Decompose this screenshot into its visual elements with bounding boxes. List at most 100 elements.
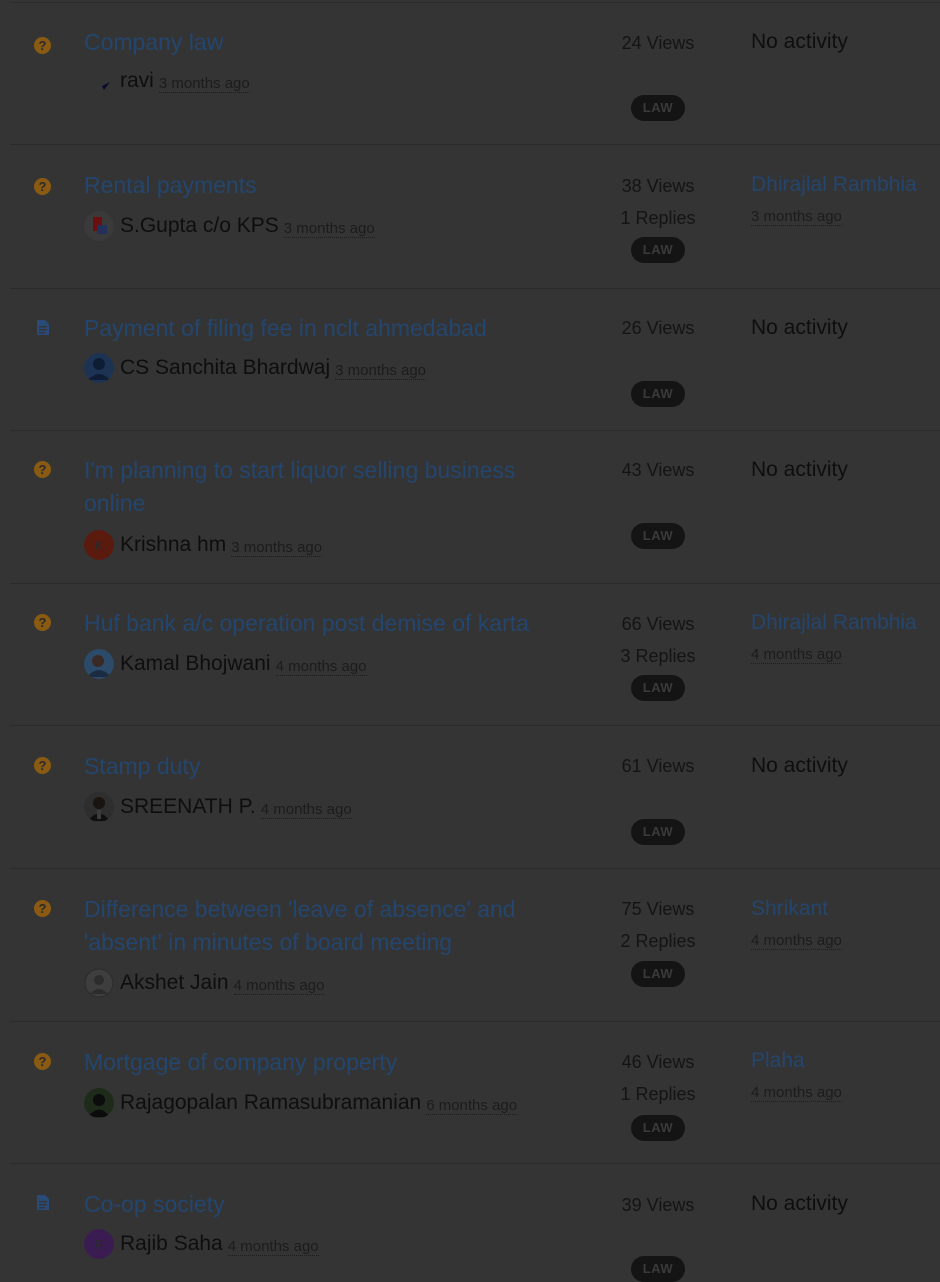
topic-title-link[interactable]: Rental payments (84, 169, 564, 202)
topic-row: Co-op society R Rajib Saha 4 months ago … (10, 1164, 940, 1282)
author-name[interactable]: Krishna hm (120, 533, 226, 557)
posted-time: 3 months ago (231, 538, 323, 557)
stats: 38 Views 1 Replies (600, 170, 716, 234)
replies-count (600, 1221, 716, 1253)
last-activity-user[interactable]: Dhirajlal Rambhia (751, 169, 917, 201)
question-icon: ? (34, 900, 52, 918)
author-name[interactable]: S.Gupta c/o KPS (120, 214, 279, 238)
last-activity: No activity (751, 454, 848, 486)
topic-row: ? I'm planning to start liquor selling b… (10, 431, 940, 584)
last-activity: No activity (751, 1188, 848, 1220)
replies-count (600, 782, 716, 814)
author-name[interactable]: Akshet Jain (120, 971, 229, 995)
views-count: 24 Views (621, 33, 695, 53)
author-name[interactable]: ravi (120, 69, 154, 93)
posted-time: 4 months ago (233, 976, 325, 995)
last-activity: Shrikant 4 months ago (751, 893, 842, 950)
topic-title-link[interactable]: Stamp duty (84, 750, 564, 783)
last-activity-time: 4 months ago (751, 1084, 842, 1102)
question-icon: ? (34, 614, 52, 632)
replies-count: 3 Replies (620, 646, 696, 666)
author-line: CS Sanchita Bhardwaj 3 months ago (84, 353, 427, 383)
last-activity: Dhirajlal Rambhia 3 months ago (751, 169, 917, 226)
last-activity-time: 3 months ago (751, 208, 842, 226)
broken-avatar-icon (84, 66, 114, 96)
last-activity-time: 4 months ago (751, 646, 842, 664)
posted-time: 3 months ago (335, 361, 427, 380)
avatar (84, 353, 114, 383)
question-icon: ? (34, 1053, 52, 1071)
category-tag[interactable]: LAW (631, 237, 685, 263)
category-tag[interactable]: LAW (631, 95, 685, 121)
topic-row: ? Company law ravi 3 months ago 24 Views… (10, 4, 940, 145)
topic-title-link[interactable]: I'm planning to start liquor selling bus… (84, 454, 554, 520)
last-activity: No activity (751, 26, 848, 58)
views-count: 61 Views (621, 756, 695, 776)
stats: 66 Views 3 Replies (600, 608, 716, 672)
author-name[interactable]: CS Sanchita Bhardwaj (120, 356, 330, 380)
avatar: R (84, 1229, 114, 1259)
last-activity-text: No activity (751, 754, 848, 777)
avatar: K (84, 530, 114, 560)
last-activity: Plaha 4 months ago (751, 1045, 842, 1102)
last-activity-time: 4 months ago (751, 932, 842, 950)
list-top-border (10, 2, 940, 3)
author-line: Kamal Bhojwani 4 months ago (84, 649, 367, 679)
views-count: 46 Views (621, 1052, 695, 1072)
stats: 43 Views (600, 454, 716, 518)
topic-row: ? Huf bank a/c operation post demise of … (10, 584, 940, 726)
last-activity: No activity (751, 750, 848, 782)
category-tag[interactable]: LAW (631, 1256, 685, 1282)
topic-title-link[interactable]: Difference between 'leave of absence' an… (84, 893, 554, 959)
views-count: 38 Views (621, 176, 695, 196)
replies-count (600, 59, 716, 91)
category-tag[interactable]: LAW (631, 819, 685, 845)
topic-title-link[interactable]: Mortgage of company property (84, 1046, 564, 1079)
author-name[interactable]: Rajagopalan Ramasubramanian (120, 1091, 421, 1115)
topic-title-link[interactable]: Payment of filing fee in nclt ahmedabad (84, 312, 564, 345)
last-activity-user[interactable]: Dhirajlal Rambhia (751, 607, 917, 639)
category-tag[interactable]: LAW (631, 675, 685, 701)
category-tag[interactable]: LAW (631, 381, 685, 407)
category-tag[interactable]: LAW (631, 523, 685, 549)
stats: 46 Views 1 Replies (600, 1046, 716, 1110)
avatar (84, 649, 114, 679)
posted-time: 3 months ago (158, 74, 250, 93)
last-activity: No activity (751, 312, 848, 344)
author-line: Akshet Jain 4 months ago (84, 968, 325, 998)
views-count: 66 Views (621, 614, 695, 634)
document-icon (34, 1195, 52, 1213)
author-line: Rajagopalan Ramasubramanian 6 months ago (84, 1088, 518, 1118)
author-name[interactable]: SREENATH P. (120, 795, 256, 819)
stats: 75 Views 2 Replies (600, 893, 716, 957)
replies-count (600, 486, 716, 518)
topic-title-link[interactable]: Co-op society (84, 1188, 564, 1221)
avatar-letter: K (95, 538, 104, 553)
topic-title-link[interactable]: Company law (84, 26, 564, 59)
replies-count: 1 Replies (620, 1084, 696, 1104)
views-count: 39 Views (621, 1195, 695, 1215)
author-line: K Krishna hm 3 months ago (84, 530, 323, 560)
last-activity-user[interactable]: Plaha (751, 1045, 842, 1077)
views-count: 75 Views (621, 899, 695, 919)
replies-count (600, 344, 716, 376)
avatar (84, 211, 114, 241)
posted-time: 4 months ago (260, 800, 352, 819)
posted-time: 3 months ago (283, 219, 375, 238)
topic-title-link[interactable]: Huf bank a/c operation post demise of ka… (84, 607, 564, 640)
last-activity-text: No activity (751, 316, 848, 339)
category-tag[interactable]: LAW (631, 961, 685, 987)
last-activity: Dhirajlal Rambhia 4 months ago (751, 607, 917, 664)
topic-row: ? Rental payments S.Gupta c/o KPS 3 mont… (10, 145, 940, 289)
stats: 39 Views (600, 1189, 716, 1253)
posted-time: 4 months ago (227, 1237, 319, 1256)
last-activity-user[interactable]: Shrikant (751, 893, 842, 925)
author-line: SREENATH P. 4 months ago (84, 792, 352, 822)
author-line: S.Gupta c/o KPS 3 months ago (84, 211, 375, 241)
question-icon: ? (34, 757, 52, 775)
author-name[interactable]: Kamal Bhojwani (120, 652, 271, 676)
posted-time: 4 months ago (275, 657, 367, 676)
category-tag[interactable]: LAW (631, 1115, 685, 1141)
author-name[interactable]: Rajib Saha (120, 1232, 223, 1256)
question-icon: ? (34, 461, 52, 479)
